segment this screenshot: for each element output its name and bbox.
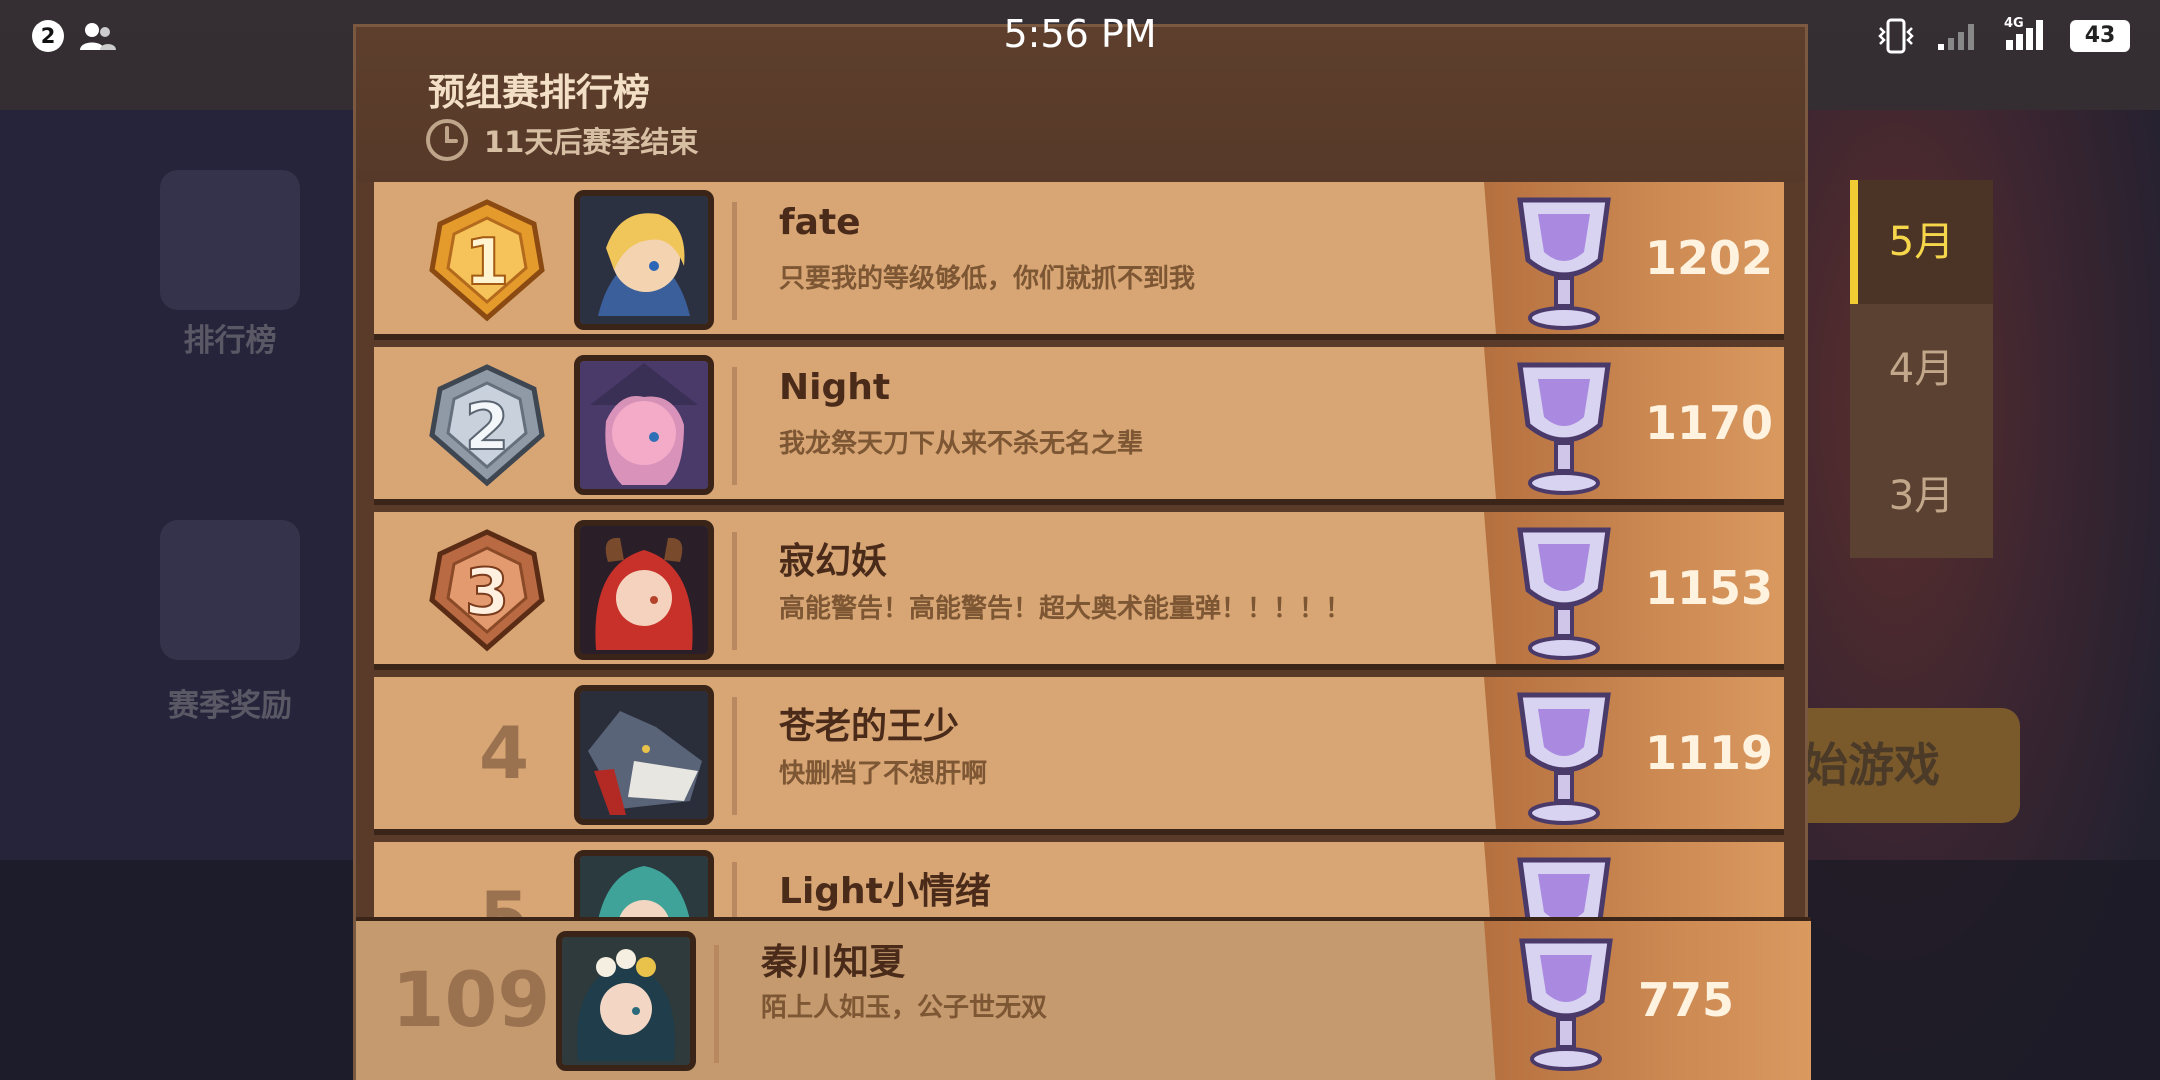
trophy-icon bbox=[1517, 197, 1611, 330]
avatar-red-hair-hero-icon bbox=[580, 526, 708, 654]
avatar[interactable] bbox=[574, 685, 714, 825]
tab-may[interactable]: 5月 bbox=[1850, 180, 1993, 304]
row-divider bbox=[714, 945, 719, 1063]
row-divider bbox=[732, 367, 737, 485]
trophy-icon bbox=[1517, 527, 1611, 660]
my-rank-number: 109 bbox=[391, 955, 551, 1044]
side-menu-ranking-label[interactable]: 排行榜 bbox=[130, 315, 330, 360]
ranking-icon bbox=[160, 170, 300, 310]
avatar-witch-hero-icon bbox=[580, 361, 708, 489]
my-avatar[interactable] bbox=[556, 931, 696, 1071]
leaderboard-row[interactable]: 3 寂幻妖 高能警告！高能警告！超大奥术能量弹！！！！！ 1153 bbox=[374, 512, 1784, 670]
leaderboard-list[interactable]: 1 fate 只要我的等级够低，你们就抓不到我 1202 2 Night 我龙祭… bbox=[374, 182, 1784, 942]
my-player-name: 秦川知夏 bbox=[761, 942, 906, 983]
leaderboard-panel: 预组赛排行榜 11天后赛季结束 1 fate 只要我的等级够低，你们就抓不到我 … bbox=[353, 24, 1811, 1080]
player-name: 苍老的王少 bbox=[779, 706, 960, 747]
row-divider bbox=[732, 532, 737, 650]
gold-medal-icon: 1 bbox=[429, 199, 545, 322]
contacts-icon bbox=[80, 23, 116, 50]
rank-number: 4 bbox=[478, 711, 530, 795]
status-bar: 2 5:56 PM 4G 43 bbox=[0, 0, 2160, 72]
month-tabs: 5月 4月 3月 bbox=[1850, 180, 1993, 558]
avatar[interactable] bbox=[574, 190, 714, 330]
avatar-blonde-hero-icon bbox=[580, 196, 708, 324]
player-name: fate bbox=[779, 202, 861, 243]
bronze-medal-icon: 3 bbox=[429, 529, 545, 652]
tab-april[interactable]: 4月 bbox=[1850, 307, 1993, 431]
notification-count-badge: 2 bbox=[32, 20, 64, 52]
leaderboard-row[interactable]: 1 fate 只要我的等级够低，你们就抓不到我 1202 bbox=[374, 182, 1784, 340]
cell-signal-icon bbox=[2006, 20, 2043, 50]
player-motto: 高能警告！高能警告！超大奥术能量弹！！！！！ bbox=[779, 594, 1352, 624]
player-score: 1170 bbox=[1644, 396, 1774, 450]
game-screen: 排行榜 赛季奖励 始游戏 2 5:56 PM 4G 43 预组赛排行榜 11天后… bbox=[0, 0, 2160, 1080]
my-player-score: 775 bbox=[1637, 973, 1735, 1027]
player-score: 1119 bbox=[1644, 726, 1774, 780]
battery-indicator: 43 bbox=[2070, 20, 2130, 52]
medal-rank-text: 3 bbox=[465, 556, 510, 630]
avatar-flower-hero-icon bbox=[562, 937, 690, 1065]
season-timer: 11天后赛季结束 bbox=[424, 117, 698, 163]
my-player-motto: 陌上人如玉，公子世无双 bbox=[761, 993, 1048, 1023]
my-rank-row[interactable]: 109 秦川知夏 陌上人如玉，公子世无双 775 bbox=[356, 917, 1811, 1080]
trophy-icon bbox=[1519, 938, 1613, 1071]
medal-rank-text: 2 bbox=[465, 391, 510, 465]
player-motto: 快删档了不想肝啊 bbox=[779, 759, 988, 789]
medal-rank-text: 1 bbox=[465, 226, 510, 300]
trophy-icon bbox=[1517, 692, 1611, 825]
player-score: 1153 bbox=[1644, 561, 1774, 615]
player-name: Light小情绪 bbox=[779, 871, 991, 912]
avatar[interactable] bbox=[574, 355, 714, 495]
avatar[interactable] bbox=[574, 520, 714, 660]
row-divider bbox=[732, 202, 737, 320]
player-motto: 只要我的等级够低，你们就抓不到我 bbox=[779, 264, 1196, 294]
vibrate-icon bbox=[1878, 18, 1914, 54]
wifi-signal-icon bbox=[1938, 24, 1974, 50]
season-reward-icon bbox=[160, 520, 300, 660]
player-name: Night bbox=[779, 367, 891, 408]
season-end-label: 11天后赛季结束 bbox=[484, 125, 699, 159]
leaderboard-row[interactable]: 4 苍老的王少 快删档了不想肝啊 1119 bbox=[374, 677, 1784, 835]
row-divider bbox=[732, 697, 737, 815]
status-clock: 5:56 PM bbox=[1003, 12, 1157, 56]
player-name: 寂幻妖 bbox=[779, 541, 888, 582]
tab-march[interactable]: 3月 bbox=[1850, 434, 1993, 558]
avatar-wolf-hero-icon bbox=[580, 691, 708, 819]
side-menu-season-reward-label[interactable]: 赛季奖励 bbox=[130, 680, 330, 725]
player-score: 1202 bbox=[1644, 231, 1774, 285]
leaderboard-row[interactable]: 2 Night 我龙祭天刀下从来不杀无名之辈 1170 bbox=[374, 347, 1784, 505]
silver-medal-icon: 2 bbox=[429, 364, 545, 487]
trophy-icon bbox=[1517, 362, 1611, 495]
clock-icon bbox=[426, 119, 468, 161]
player-motto: 我龙祭天刀下从来不杀无名之辈 bbox=[779, 429, 1144, 459]
